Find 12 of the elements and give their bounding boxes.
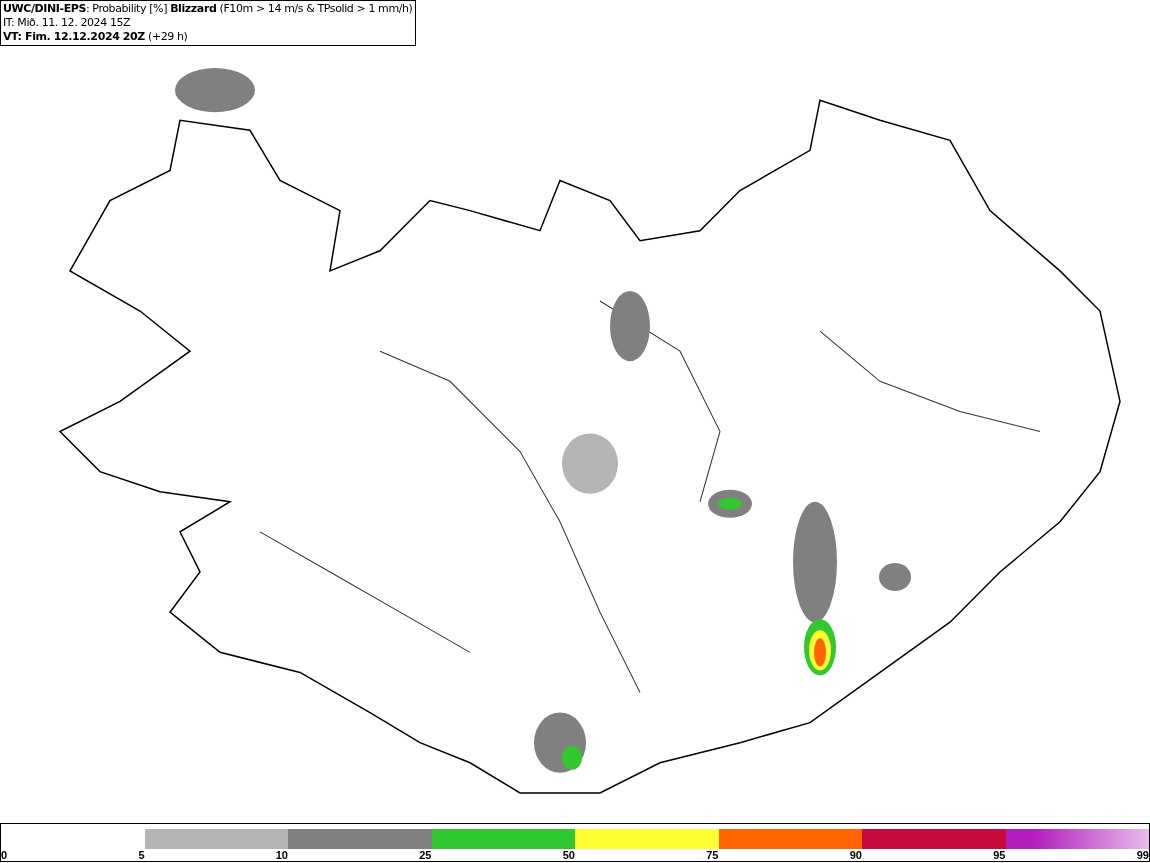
valid-time: VT: Fim. 12.12.2024 20Z (+29 h): [3, 30, 189, 44]
legend-tick-label: 95: [993, 849, 1006, 861]
chart-title: UWC/DINI-EPS: Probability [%] Blizzard (F10m > 14 m/s & TPsolid > 1 mm/h): [3, 2, 413, 16]
legend-tick-label: 90: [849, 849, 862, 861]
initial-time: IT: Mið. 11. 12. 2024 15Z: [3, 16, 132, 30]
legend-tick-label: 99: [1136, 849, 1149, 861]
legend-tick-label: 75: [706, 849, 719, 861]
legend-tick-label: 0: [1, 849, 8, 861]
legend-tick-label: 10: [275, 849, 288, 861]
legend-tick-label: 5: [138, 849, 145, 861]
legend-tick-label: 25: [419, 849, 432, 861]
legend-tick-label: 50: [562, 849, 575, 861]
